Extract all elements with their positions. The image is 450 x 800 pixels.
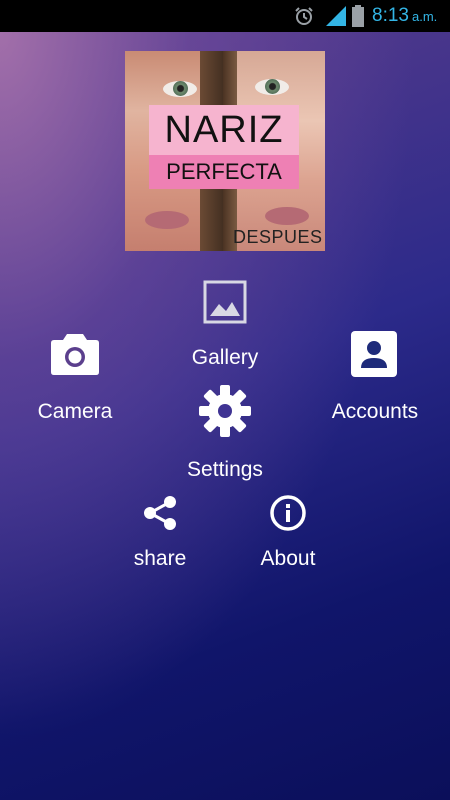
cover-title-box: NARIZ xyxy=(149,105,299,155)
alarm-icon xyxy=(295,7,313,25)
settings-label: Settings xyxy=(187,458,263,481)
lip-left xyxy=(145,211,189,229)
battery-icon xyxy=(352,5,364,27)
accounts-button[interactable]: Accounts xyxy=(320,330,430,430)
eye-right xyxy=(255,79,289,95)
gear-icon xyxy=(199,385,251,437)
main-screen: NARIZ PERFECTA DESPUES Gallery Camera Ac… xyxy=(0,32,450,800)
share-icon xyxy=(144,496,176,530)
camera-label: Camera xyxy=(37,400,113,423)
share-label: share xyxy=(133,547,187,570)
camera-button[interactable]: Camera xyxy=(20,330,130,430)
image-icon xyxy=(203,280,247,324)
accounts-label: Accounts xyxy=(331,400,419,423)
status-bar: 8:13 a.m. xyxy=(0,0,450,32)
signal-icon xyxy=(326,6,346,26)
settings-button[interactable]: Settings xyxy=(165,384,285,484)
status-time-value: 8:13 xyxy=(372,5,409,26)
cover-title: NARIZ xyxy=(164,109,284,151)
cover-subtitle: PERFECTA xyxy=(166,159,282,184)
status-time: 8:13 a.m. xyxy=(372,5,437,27)
gallery-label: Gallery xyxy=(191,346,259,369)
gallery-button[interactable]: Gallery xyxy=(170,276,280,376)
status-time-ampm: a.m. xyxy=(411,9,438,24)
lip-right xyxy=(265,207,309,225)
account-box-icon xyxy=(351,331,397,377)
about-label: About xyxy=(260,547,316,570)
info-icon xyxy=(270,495,306,531)
app-cover-image: NARIZ PERFECTA DESPUES xyxy=(125,51,325,251)
share-button[interactable]: share xyxy=(110,492,210,582)
about-button[interactable]: About xyxy=(238,492,338,582)
camera-icon xyxy=(51,334,99,375)
eye-left xyxy=(163,81,197,97)
cover-subtitle-box: PERFECTA xyxy=(149,155,299,189)
cover-after-label: DESPUES xyxy=(233,227,323,247)
